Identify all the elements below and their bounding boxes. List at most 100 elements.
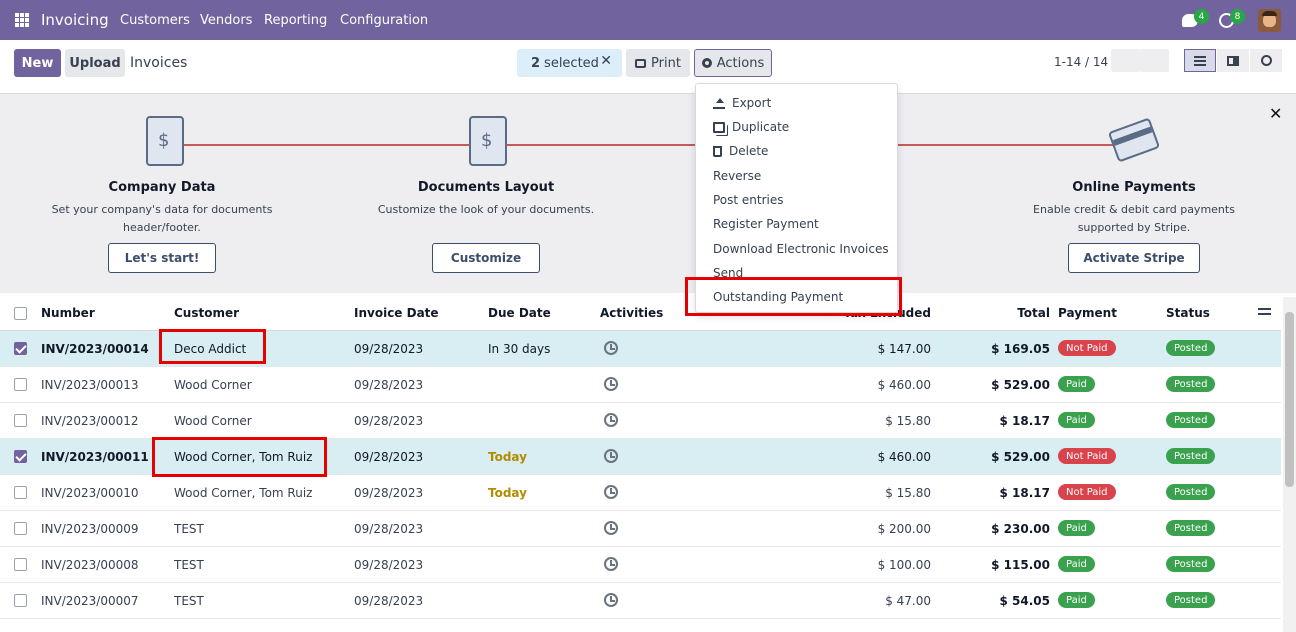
apps-grid-icon[interactable] [15, 13, 29, 27]
pager-previous-button[interactable] [1111, 49, 1140, 72]
status-badge: Posted [1166, 448, 1216, 464]
table-row[interactable]: INV/2023/00007 TEST 09/28/2023 $ 47.00 $… [0, 583, 1281, 619]
user-avatar[interactable] [1258, 9, 1281, 32]
payment-badge: Paid [1058, 556, 1095, 572]
step-description: Set your company's data for documents [51, 203, 273, 216]
row-checkbox[interactable] [14, 486, 27, 499]
activity-clock-icon[interactable] [604, 449, 618, 463]
row-checkbox[interactable] [14, 342, 27, 355]
sliders-icon[interactable] [1258, 308, 1271, 317]
column-status[interactable]: Status [1166, 306, 1210, 320]
table-row[interactable]: INV/2023/00013 Wood Corner 09/28/2023 $ … [0, 367, 1281, 403]
menu-item-register-payment[interactable]: Register Payment [713, 217, 819, 231]
select-all-checkbox[interactable] [14, 307, 27, 320]
column-activities[interactable]: Activities [600, 306, 663, 320]
cell-due: Today [488, 450, 527, 464]
pager-next-button[interactable] [1140, 49, 1169, 72]
cell-total: $ 18.17 [999, 414, 1050, 428]
step-description: Enable credit & debit card payments [1033, 203, 1235, 216]
activity-clock-icon[interactable] [604, 485, 618, 499]
menu-item-label: Delete [729, 144, 769, 158]
cell-untaxed: $ 147.00 [877, 342, 931, 356]
cell-date: 09/28/2023 [354, 522, 424, 536]
cell-customer: TEST [174, 522, 204, 536]
cell-total: $ 230.00 [991, 522, 1050, 536]
clear-selection-icon[interactable]: ✕ [600, 53, 612, 69]
cell-number: INV/2023/00008 [41, 558, 139, 572]
vertical-scrollbar[interactable] [1283, 297, 1296, 632]
menu-item-post-entries[interactable]: Post entries [713, 193, 784, 207]
cell-date: 09/28/2023 [354, 378, 424, 392]
cell-number: INV/2023/00007 [41, 594, 139, 608]
cell-total: $ 18.17 [999, 486, 1050, 500]
menu-customers[interactable]: Customers [120, 13, 190, 28]
row-checkbox[interactable] [14, 594, 27, 607]
menu-configuration[interactable]: Configuration [340, 13, 428, 28]
cell-date: 09/28/2023 [354, 450, 424, 464]
activity-clock-icon[interactable] [604, 413, 618, 427]
activity-clock-icon[interactable] [604, 377, 618, 391]
upload-button[interactable]: Upload [65, 49, 125, 77]
activate-stripe-button[interactable]: Activate Stripe [1068, 243, 1200, 273]
lets-start-button[interactable]: Let's start! [108, 243, 216, 273]
cell-untaxed: $ 15.80 [885, 486, 931, 500]
customize-button[interactable]: Customize [432, 243, 540, 273]
menu-item-duplicate[interactable]: Duplicate [713, 120, 789, 134]
pager-value[interactable]: 1-14 / 14 [1054, 55, 1108, 69]
menu-reporting[interactable]: Reporting [264, 13, 327, 28]
list-view-button[interactable] [1184, 49, 1216, 72]
table-row[interactable]: INV/2023/00010 Wood Corner, Tom Ruiz 09/… [0, 475, 1281, 511]
activity-view-button[interactable] [1250, 49, 1282, 72]
menu-item-delete[interactable]: Delete [713, 144, 768, 158]
cell-total: $ 169.05 [991, 342, 1050, 356]
new-button[interactable]: New [14, 49, 61, 77]
chat-count-badge: 4 [1194, 9, 1209, 24]
row-checkbox[interactable] [14, 558, 27, 571]
row-checkbox[interactable] [14, 414, 27, 427]
cell-untaxed: $ 460.00 [877, 450, 931, 464]
activity-clock-icon[interactable] [604, 557, 618, 571]
column-payment[interactable]: Payment [1058, 306, 1117, 320]
column-customer[interactable]: Customer [174, 306, 239, 320]
row-checkbox[interactable] [14, 522, 27, 535]
table-row[interactable]: INV/2023/00008 TEST 09/28/2023 $ 100.00 … [0, 547, 1281, 583]
column-number[interactable]: Number [41, 306, 95, 320]
activity-view-icon [1260, 55, 1272, 66]
menu-vendors[interactable]: Vendors [200, 13, 252, 28]
row-checkbox[interactable] [14, 450, 27, 463]
column-total[interactable]: Total [1017, 306, 1050, 320]
menu-item-download-electronic-invoices[interactable]: Download Electronic Invoices [713, 242, 889, 256]
row-checkbox[interactable] [14, 378, 27, 391]
status-badge: Posted [1166, 484, 1216, 500]
payment-badge: Paid [1058, 592, 1095, 608]
table-header: Number Customer Invoice Date Due Date Ac… [0, 296, 1281, 331]
cell-untaxed: $ 47.00 [885, 594, 931, 608]
payment-badge: Paid [1058, 376, 1095, 392]
scrollbar-thumb[interactable] [1285, 312, 1294, 487]
menu-item-reverse[interactable]: Reverse [713, 169, 761, 183]
table-row[interactable]: INV/2023/00009 TEST 09/28/2023 $ 200.00 … [0, 511, 1281, 547]
column-due-date[interactable]: Due Date [488, 306, 551, 320]
status-badge: Posted [1166, 520, 1216, 536]
page-title: Invoices [130, 55, 188, 71]
activity-clock-icon[interactable] [604, 341, 618, 355]
cell-total: $ 529.00 [991, 378, 1050, 392]
cell-date: 09/28/2023 [354, 414, 424, 428]
cell-date: 09/28/2023 [354, 594, 424, 608]
print-button[interactable]: Print [626, 49, 690, 77]
payment-badge: Paid [1058, 412, 1095, 428]
menu-item-label: Duplicate [732, 120, 790, 134]
column-invoice-date[interactable]: Invoice Date [354, 306, 439, 320]
cell-customer: TEST [174, 594, 204, 608]
kanban-view-button[interactable] [1217, 49, 1249, 72]
status-badge: Posted [1166, 556, 1216, 572]
app-brand[interactable]: Invoicing [41, 11, 109, 29]
activity-clock-icon[interactable] [604, 593, 618, 607]
menu-item-export[interactable]: Export [713, 96, 771, 110]
close-onboarding-icon[interactable]: ✕ [1269, 104, 1282, 123]
cell-date: 09/28/2023 [354, 342, 424, 356]
table-row[interactable]: INV/2023/00012 Wood Corner 09/28/2023 $ … [0, 403, 1281, 439]
activity-clock-icon[interactable] [604, 521, 618, 535]
payment-badge: Not Paid [1058, 448, 1116, 464]
actions-button[interactable]: Actions [694, 49, 772, 77]
